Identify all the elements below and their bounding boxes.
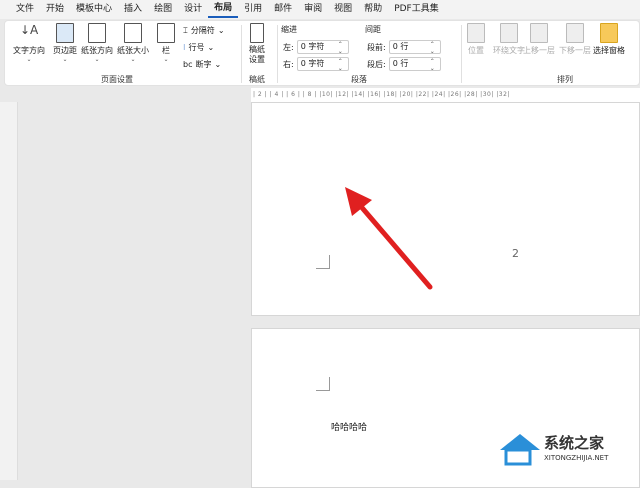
watermark-logo: 系统之家 XITONGZHIJIA.NET — [498, 430, 638, 475]
house-logo-icon — [500, 434, 540, 466]
red-arrow-annotation — [345, 187, 433, 290]
